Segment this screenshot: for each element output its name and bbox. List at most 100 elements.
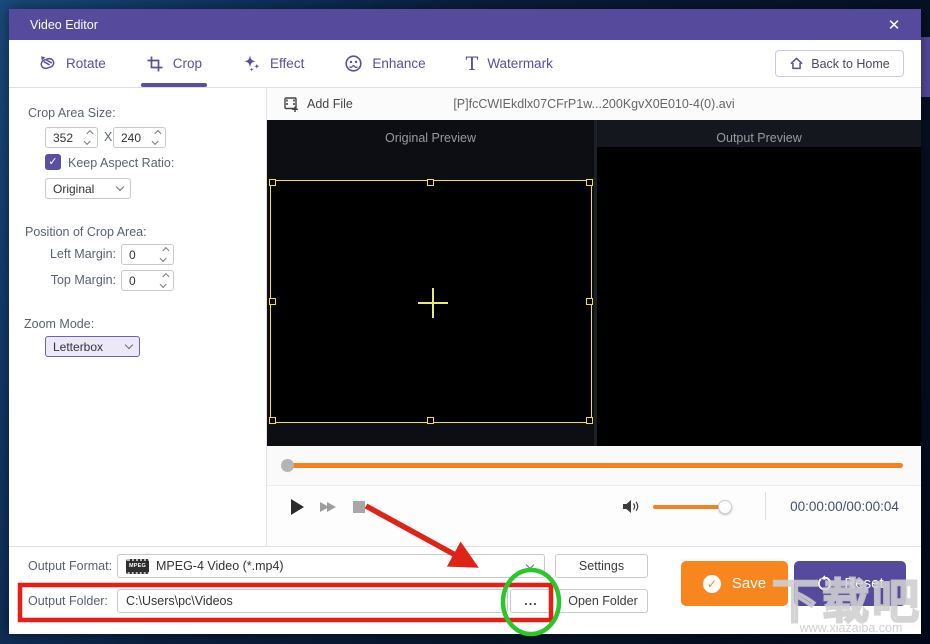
tab-rotate-label: Rotate: [66, 56, 106, 71]
crop-handle[interactable]: [586, 417, 593, 424]
top-margin-label: Top Margin:: [50, 273, 116, 287]
watermark-icon: T: [465, 52, 479, 75]
crop-handle[interactable]: [269, 417, 276, 424]
zoom-mode-value: Letterbox: [53, 339, 104, 354]
browse-folder-button[interactable]: ...: [510, 589, 552, 613]
output-folder-input[interactable]: C:\Users\pc\Videos: [117, 589, 508, 613]
output-preview-panel: Output Preview: [597, 120, 921, 446]
crop-handle[interactable]: [586, 297, 593, 305]
desktop-background: Video Editor ✕ Rotate Crop Effect Enhanc…: [0, 0, 930, 644]
top-margin-value: 0: [129, 273, 136, 288]
position-of-crop-area-label: Position of Crop Area:: [25, 225, 147, 239]
tab-rotate[interactable]: Rotate: [38, 40, 106, 87]
settings-label: Settings: [578, 559, 625, 573]
crop-selection-rect[interactable]: [269, 179, 593, 424]
spinner-down-icon[interactable]: [83, 137, 91, 146]
spinner-up-icon[interactable]: [161, 246, 169, 255]
playback-controls: 00:00:00/00:00:04: [267, 486, 921, 546]
preview-area: Original Preview Output Preview: [267, 120, 921, 446]
left-margin-spinner[interactable]: 0: [121, 244, 174, 265]
tab-bar: Rotate Crop Effect Enhance T Watermark B…: [9, 40, 921, 88]
crop-icon: [147, 56, 163, 71]
settings-button[interactable]: Settings: [555, 554, 648, 578]
background-window-strip: [921, 37, 930, 97]
fast-forward-button[interactable]: [320, 502, 336, 512]
crop-width-value: 352: [53, 130, 74, 145]
seek-handle[interactable]: [281, 459, 294, 472]
controls-divider: [765, 492, 766, 520]
crop-height-spinner[interactable]: 240: [113, 127, 166, 148]
left-margin-value: 0: [129, 247, 136, 262]
output-format-dropdown[interactable]: MPEG MPEG-4 Video (*.mp4): [117, 554, 545, 578]
tab-enhance[interactable]: Enhance: [344, 40, 426, 87]
mpeg-format-icon: MPEG: [126, 558, 149, 574]
open-folder-label: Open Folder: [568, 594, 638, 608]
crosshair-icon: [432, 288, 434, 318]
crop-handle[interactable]: [586, 179, 593, 186]
title-bar: Video Editor ✕: [9, 9, 921, 40]
crop-width-spinner[interactable]: 352: [45, 127, 98, 148]
original-preview-label: Original Preview: [384, 131, 476, 145]
add-file-icon: [284, 96, 298, 112]
spinner-up-icon[interactable]: [161, 272, 169, 281]
zoom-mode-dropdown[interactable]: Letterbox: [45, 336, 140, 357]
crop-handle[interactable]: [269, 297, 276, 305]
back-to-home-button[interactable]: Back to Home: [775, 50, 904, 77]
tab-enhance-label: Enhance: [372, 56, 426, 71]
spinner-arrows: [151, 129, 161, 146]
aspect-ratio-dropdown[interactable]: Original: [45, 178, 131, 199]
aspect-ratio-value: Original: [53, 181, 95, 196]
keep-aspect-ratio-label: Keep Aspect Ratio:: [68, 156, 175, 170]
play-button[interactable]: [291, 499, 304, 515]
output-format-value: MPEG-4 Video (*.mp4): [156, 559, 284, 573]
reset-icon: [818, 575, 832, 591]
browse-folder-label: ...: [524, 594, 538, 608]
output-folder-label: Output Folder:: [28, 594, 108, 608]
output-panel: Output Format: MPEG MPEG-4 Video (*.mp4)…: [9, 546, 921, 634]
save-button[interactable]: ✓ Save: [681, 561, 788, 606]
chevron-down-icon: [124, 340, 134, 350]
tab-effect[interactable]: Effect: [242, 40, 304, 87]
time-display: 00:00:00/00:00:04: [790, 499, 899, 514]
crop-handle[interactable]: [427, 417, 434, 424]
reset-label: Reset: [844, 575, 884, 592]
enhance-icon: [345, 55, 362, 72]
top-margin-spinner[interactable]: 0: [121, 270, 174, 291]
tab-watermark-label: Watermark: [487, 56, 553, 71]
rotate-icon: [40, 56, 55, 70]
original-preview-panel: Original Preview: [267, 120, 594, 446]
seek-bar-row: [267, 446, 921, 486]
spinner-down-icon[interactable]: [159, 254, 167, 263]
add-file-label: Add File: [307, 97, 353, 111]
open-folder-button[interactable]: Open Folder: [558, 589, 648, 613]
stop-button[interactable]: [353, 501, 365, 513]
add-file-button[interactable]: Add File: [283, 96, 353, 113]
seek-track[interactable]: [287, 463, 903, 468]
crop-handle[interactable]: [427, 179, 434, 186]
check-icon: ✓: [48, 156, 58, 168]
tab-effect-label: Effect: [270, 56, 305, 71]
close-icon[interactable]: ✕: [881, 16, 907, 34]
tab-crop[interactable]: Crop: [140, 40, 208, 87]
output-preview-label: Output Preview: [716, 131, 802, 145]
spinner-down-icon[interactable]: [159, 280, 167, 289]
output-format-label: Output Format:: [28, 559, 113, 573]
keep-aspect-ratio-checkbox[interactable]: ✓: [45, 154, 61, 170]
tab-crop-label: Crop: [172, 56, 203, 71]
volume-slider[interactable]: [653, 500, 732, 514]
volume-icon[interactable]: [622, 499, 640, 514]
zoom-mode-label: Zoom Mode:: [24, 317, 95, 331]
crop-handle[interactable]: [269, 179, 276, 186]
spinner-up-icon[interactable]: [153, 129, 161, 138]
effect-icon: [244, 55, 260, 72]
tab-watermark[interactable]: T Watermark: [466, 40, 553, 87]
home-icon: [790, 57, 803, 70]
file-bar: [P]fcCWIEkdlx07CFrP1w...200KgvX0E010-4(0…: [267, 88, 921, 120]
reset-button[interactable]: Reset: [794, 561, 906, 606]
volume-handle[interactable]: [718, 500, 732, 514]
crop-height-value: 240: [121, 130, 142, 145]
spinner-down-icon[interactable]: [151, 137, 159, 146]
back-to-home-label: Back to Home: [811, 56, 890, 71]
size-times-label: X: [104, 130, 113, 144]
spinner-up-icon[interactable]: [85, 129, 93, 138]
